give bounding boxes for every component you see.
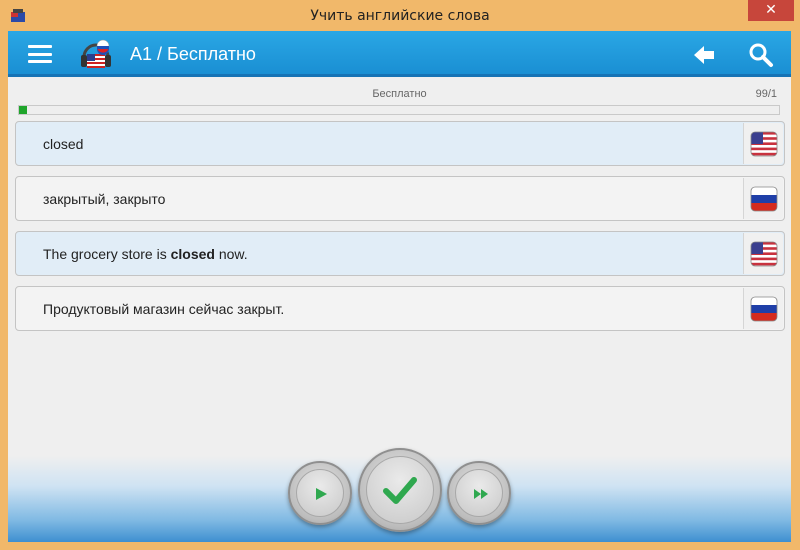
example-card-english[interactable]: The grocery store is closed now.	[15, 231, 785, 276]
pronounce-russian-example-button[interactable]	[743, 288, 783, 329]
window-close-button[interactable]: ✕	[748, 0, 794, 21]
confirm-button[interactable]	[358, 448, 442, 532]
example-text-highlight: closed	[170, 246, 215, 262]
example-text-after: now.	[214, 246, 248, 262]
progress-count: 99/1	[755, 88, 777, 100]
example-text-before: The grocery store is	[43, 246, 171, 262]
title-bar: Учить английские слова ✕	[0, 0, 800, 32]
window-title: Учить английские слова	[310, 8, 490, 24]
english-word: closed	[43, 136, 84, 152]
progress-label: Бесплатно	[372, 88, 427, 100]
pronounce-english-example-button[interactable]	[743, 233, 783, 274]
english-example: The grocery store is closed now.	[43, 246, 248, 262]
search-icon[interactable]	[748, 42, 774, 68]
bottom-control-bar	[8, 448, 791, 542]
russian-example: Продуктовый магазин сейчас закрыт.	[43, 301, 285, 317]
russia-flag-icon	[750, 186, 778, 212]
app-window: Учить английские слова ✕ A1 / Бесплатно …	[0, 0, 800, 550]
word-card-russian[interactable]: закрытый, закрыто	[15, 176, 785, 221]
headphones-flags-logo-icon	[81, 39, 111, 68]
us-flag-icon	[750, 131, 778, 157]
us-flag-icon	[750, 241, 778, 267]
menu-icon[interactable]	[28, 45, 52, 63]
fast-forward-icon	[474, 489, 488, 499]
pronounce-russian-button[interactable]	[743, 178, 783, 219]
app-client-area: A1 / Бесплатно Бесплатно 99/1 closed зак…	[8, 31, 791, 542]
skip-button[interactable]	[447, 461, 511, 525]
page-title: A1 / Бесплатно	[130, 44, 256, 64]
checkmark-icon	[383, 477, 417, 504]
play-icon	[316, 488, 327, 500]
progress-bar-fill	[19, 106, 27, 114]
russian-translation: закрытый, закрыто	[43, 191, 166, 207]
example-card-russian[interactable]: Продуктовый магазин сейчас закрыт.	[15, 286, 785, 331]
pronounce-english-button[interactable]	[743, 123, 783, 164]
app-header: A1 / Бесплатно	[8, 31, 791, 77]
russia-flag-icon	[750, 296, 778, 322]
progress-bar	[18, 105, 780, 115]
word-card-english[interactable]: closed	[15, 121, 785, 166]
play-button[interactable]	[288, 461, 352, 525]
back-arrow-icon[interactable]	[692, 43, 716, 67]
